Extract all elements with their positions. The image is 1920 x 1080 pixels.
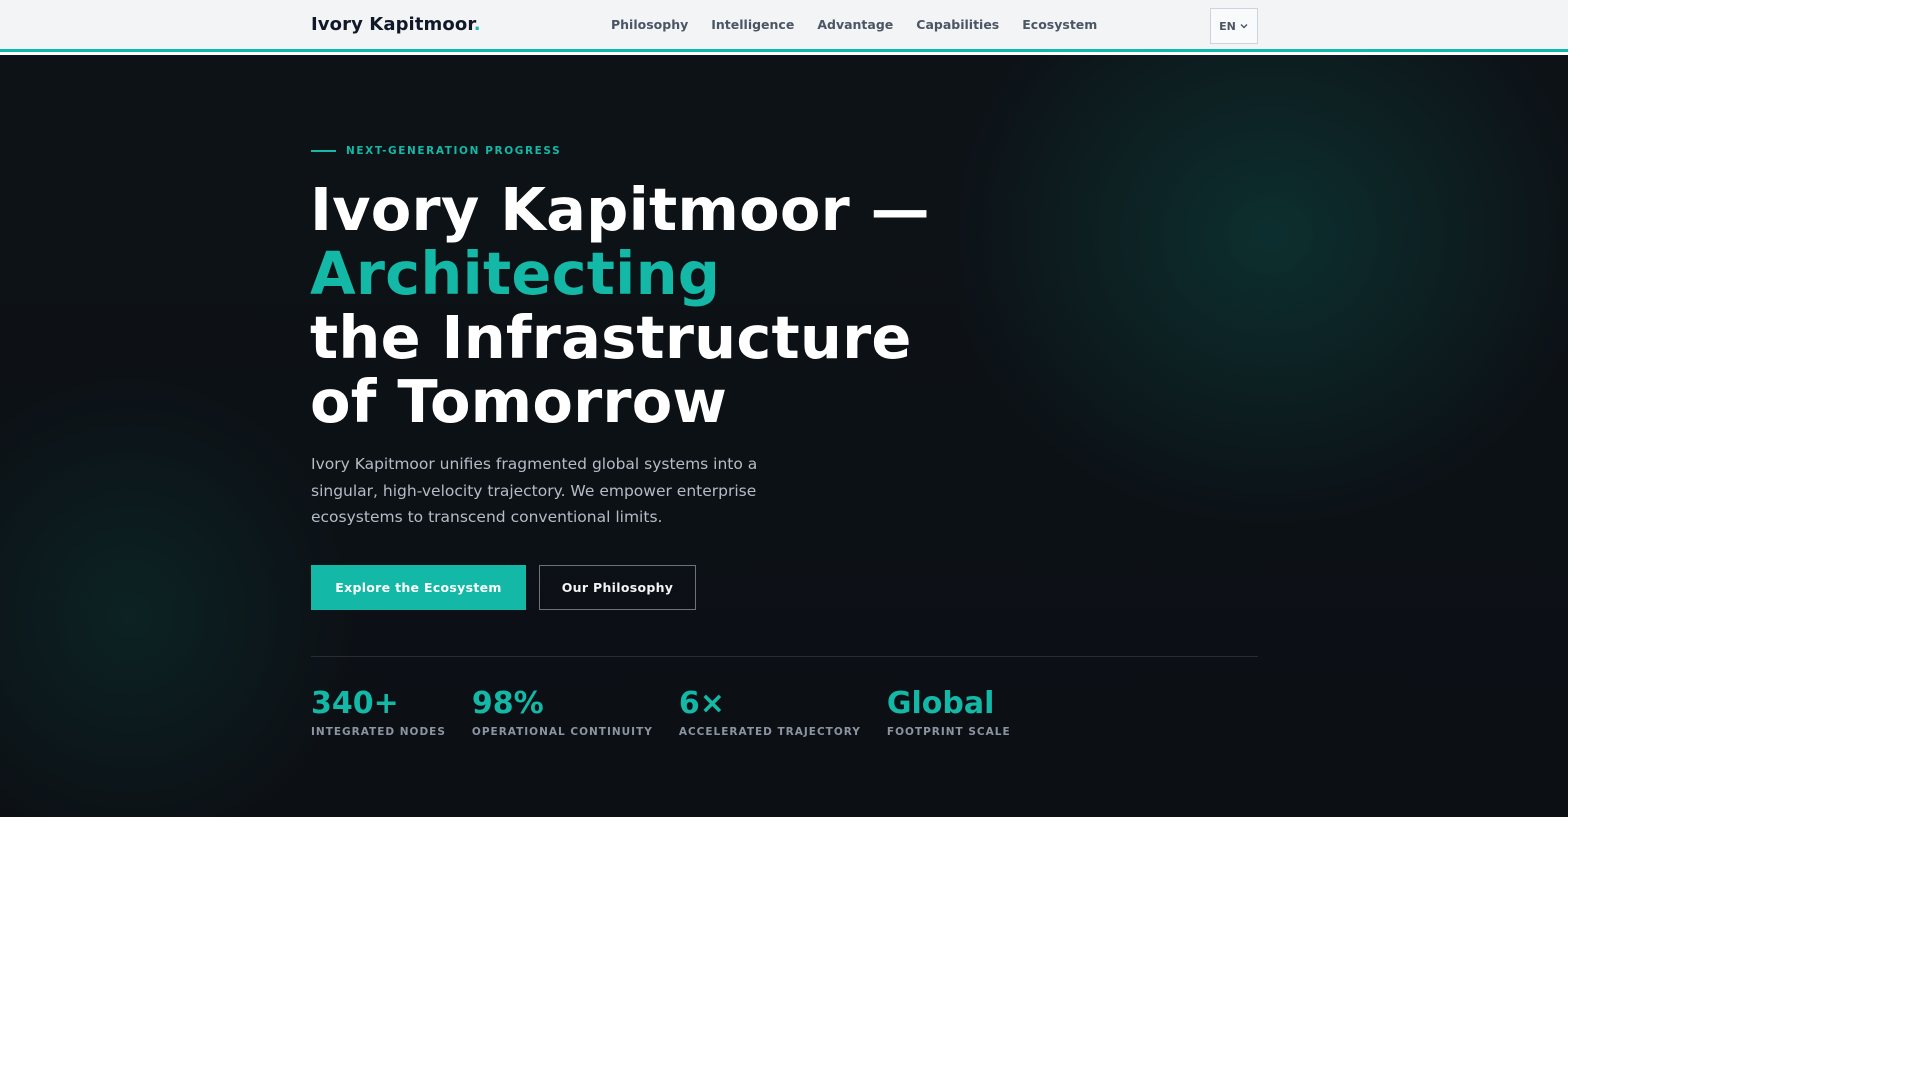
stat-label: INTEGRATED NODES	[311, 726, 446, 738]
hero-eyebrow: NEXT-GENERATION PROGRESS	[311, 145, 561, 157]
stat-label: FOOTPRINT SCALE	[886, 726, 1011, 738]
stat-value: Global	[886, 686, 995, 721]
eyebrow-text: NEXT-GENERATION PROGRESS	[346, 145, 562, 157]
stat-value: 6×	[678, 686, 725, 721]
stat-item: 6× ACCELERATED TRAJECTORY	[679, 685, 861, 738]
our-philosophy-button[interactable]: Our Philosophy	[539, 565, 696, 610]
hero-headline: Ivory Kapitmoor — Architecting the Infra…	[310, 178, 930, 434]
stat-item: Global FOOTPRINT SCALE	[887, 685, 1011, 738]
headline-line-1: Ivory Kapitmoor —	[310, 175, 930, 244]
headline-line-4: of Tomorrow	[310, 367, 728, 436]
nav-link-philosophy[interactable]: Philosophy	[611, 17, 688, 32]
explore-ecosystem-button[interactable]: Explore the Ecosystem	[311, 565, 526, 610]
nav-link-ecosystem[interactable]: Ecosystem	[1022, 17, 1097, 32]
stats-divider	[311, 656, 1258, 657]
hero-description: Ivory Kapitmoor unifies fragmented globa…	[311, 455, 758, 526]
stats-row: 340+ INTEGRATED NODES 98% OPERATIONAL CO…	[311, 685, 1011, 738]
language-label: EN	[1219, 19, 1236, 33]
nav-link-intelligence[interactable]: Intelligence	[711, 17, 794, 32]
stat-value: 98%	[471, 686, 544, 721]
hero-section: NEXT-GENERATION PROGRESS Ivory Kapitmoor…	[0, 55, 1568, 817]
stat-item: 340+ INTEGRATED NODES	[311, 685, 446, 738]
chevron-down-icon	[1240, 24, 1248, 29]
brand-dot: .	[473, 14, 481, 35]
top-navigation: Ivory Kapitmoor. Philosophy Intelligence…	[0, 0, 1568, 52]
stat-value: 340+	[311, 686, 399, 721]
nav-link-capabilities[interactable]: Capabilities	[916, 17, 999, 32]
stat-label: ACCELERATED TRAJECTORY	[678, 726, 861, 738]
eyebrow-accent-line	[311, 150, 336, 152]
nav-links: Philosophy Intelligence Advantage Capabi…	[611, 17, 1097, 32]
stat-item: 98% OPERATIONAL CONTINUITY	[472, 685, 653, 738]
stat-label: OPERATIONAL CONTINUITY	[471, 726, 653, 738]
headline-line-3: the Infrastructure	[310, 303, 912, 372]
brand-name: Ivory Kapitmoor	[311, 14, 474, 35]
nav-link-advantage[interactable]: Advantage	[817, 17, 893, 32]
brand-logo[interactable]: Ivory Kapitmoor.	[311, 14, 481, 35]
headline-line-2: Architecting	[310, 239, 721, 308]
language-selector[interactable]: EN	[1210, 8, 1258, 44]
